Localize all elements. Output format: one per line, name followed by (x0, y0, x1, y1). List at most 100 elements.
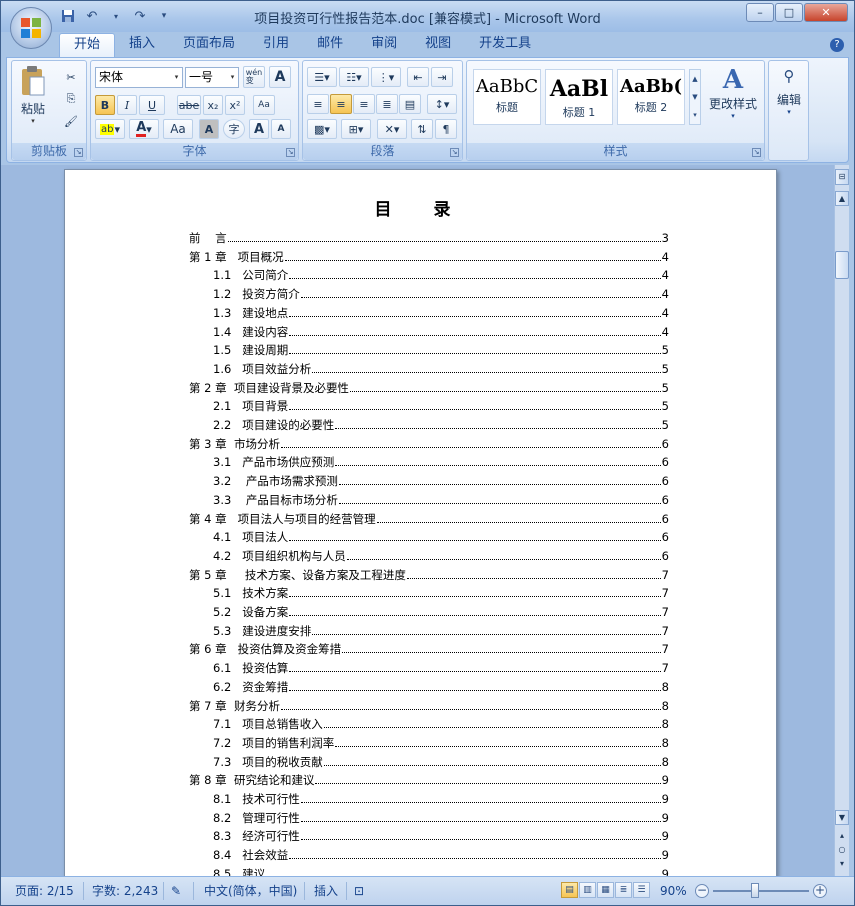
format-painter-icon[interactable]: 🖌 (60, 111, 82, 131)
justify-icon[interactable]: ≣ (376, 94, 398, 114)
change-styles-button[interactable]: A 更改样式 ▾ (705, 65, 761, 131)
chinese-layout-icon[interactable]: ✕▾ (377, 119, 407, 139)
style-heading-2[interactable]: AaBb( 标题 2 (617, 69, 685, 125)
styles-scroll[interactable]: ▲ ▼ ▾ (689, 69, 701, 125)
customize-qat-icon[interactable]: ▾ (155, 7, 173, 25)
cut-icon[interactable]: ✂ (60, 67, 82, 87)
print-layout-view-button[interactable]: ▤ (561, 882, 578, 898)
toc-entry[interactable]: 7.1 项目总销售收入 8 (213, 716, 669, 734)
sort-icon[interactable]: ⇅ (411, 119, 433, 139)
zoom-slider-knob[interactable] (751, 883, 759, 898)
underline-button[interactable]: U (139, 95, 165, 115)
toc-entry[interactable]: 第 7 章 财务分析 8 (189, 698, 669, 716)
distribute-icon[interactable]: ▤ (399, 94, 421, 114)
char-border-icon[interactable]: A (269, 66, 291, 88)
close-button[interactable]: ✕ (804, 3, 848, 22)
insert-mode[interactable]: 插入 (314, 881, 338, 901)
toc-entry[interactable]: 6.2 资金筹措 8 (213, 679, 669, 697)
tab-mailings[interactable]: 邮件 (303, 33, 357, 57)
align-left-icon[interactable]: ≡ (307, 94, 329, 114)
toc-entry[interactable]: 1.5 建设周期 5 (213, 342, 669, 360)
maximize-button[interactable]: □ (775, 3, 803, 22)
toc-entry[interactable]: 6.1 投资估算 7 (213, 660, 669, 678)
grow-font-button[interactable]: A (249, 119, 269, 139)
page-count[interactable]: 页面: 2/15 (15, 881, 74, 901)
toc-entry[interactable]: 4.1 项目法人 6 (213, 529, 669, 547)
toc-entry[interactable]: 第 1 章 项目概况 4 (189, 249, 669, 267)
vertical-scrollbar[interactable]: ⊟ ▲ ▼ ▴ ○ ▾ (834, 165, 849, 876)
bold-button[interactable]: B (95, 95, 115, 115)
paste-button[interactable]: 粘贴 ▾ (18, 65, 48, 127)
toc-entry[interactable]: 第 5 章 技术方案、设备方案及工程进度 7 (189, 567, 669, 585)
redo-icon[interactable]: ↷ (131, 7, 149, 25)
align-right-icon[interactable]: ≡ (353, 94, 375, 114)
tab-developer[interactable]: 开发工具 (465, 33, 545, 57)
next-page-button[interactable]: ▾ (835, 857, 849, 872)
document-area[interactable]: 目 录 前 言3第 1 章 项目概况 4 1.1 公司简介 4 1.2 投资方简介 4 1.… (1, 165, 834, 876)
toc-entry[interactable]: 8.3 经济可行性 9 (213, 828, 669, 846)
subscript-button[interactable]: x₂ (203, 95, 223, 115)
enclose-chars-button[interactable]: 字 (223, 119, 245, 139)
web-layout-button[interactable]: ▦ (597, 882, 614, 898)
toc-entry[interactable]: 第 3 章 市场分析 6 (189, 436, 669, 454)
toc-entry[interactable]: 第 2 章 项目建设背景及必要性 5 (189, 380, 669, 398)
font-color-button[interactable]: A ▾ (129, 119, 159, 139)
help-icon[interactable]: ? (830, 38, 844, 52)
change-case-button[interactable]: Aa (163, 119, 193, 139)
strikethrough-button[interactable]: abe (177, 95, 201, 115)
toc-entry[interactable]: 1.3 建设地点 4 (213, 305, 669, 323)
shrink-font-button[interactable]: A (271, 119, 291, 139)
highlight-button[interactable]: ab ▾ (95, 119, 125, 139)
style-title[interactable]: AaBbC 标题 (473, 69, 541, 125)
zoom-slider[interactable] (713, 890, 809, 892)
toc-entry[interactable]: 8.2 管理可行性 9 (213, 810, 669, 828)
toc-entry[interactable]: 3.1 产品市场供应预测 6 (213, 454, 669, 472)
tab-insert[interactable]: 插入 (115, 33, 169, 57)
toc-entry[interactable]: 7.2 项目的销售利润率 8 (213, 735, 669, 753)
prev-page-button[interactable]: ▴ (835, 829, 849, 844)
toc-entry[interactable]: 5.2 设备方案 7 (213, 604, 669, 622)
scroll-up-button[interactable]: ▲ (835, 191, 849, 206)
toc-entry[interactable]: 5.1 技术方案 7 (213, 585, 669, 603)
shading-icon[interactable]: ▩▾ (307, 119, 337, 139)
outline-view-button[interactable]: ≣ (615, 882, 632, 898)
toc-entry[interactable]: 第 8 章 研究结论和建议 9 (189, 772, 669, 790)
clear-format-icon[interactable]: Aa (253, 95, 275, 115)
toc-entry[interactable]: 2.1 项目背景 5 (213, 398, 669, 416)
save-icon[interactable] (59, 7, 77, 25)
toc-entry[interactable]: 第 6 章 投资估算及资金筹措 7 (189, 641, 669, 659)
show-marks-icon[interactable]: ¶ (435, 119, 457, 139)
toc-entry[interactable]: 1.2 投资方简介 4 (213, 286, 669, 304)
word-count[interactable]: 字数: 2,243 (92, 881, 158, 901)
scroll-down-button[interactable]: ▼ (835, 810, 849, 825)
draft-view-button[interactable]: ☰ (633, 882, 650, 898)
zoom-in-button[interactable]: + (813, 884, 827, 898)
font-size-select[interactable]: 一号 ▾ (185, 67, 239, 88)
dropdown-arrow-icon[interactable]: ▾ (107, 7, 125, 25)
ruler-toggle-icon[interactable]: ⊟ (835, 169, 849, 185)
borders-icon[interactable]: ⊞▾ (341, 119, 371, 139)
styles-launcher-icon[interactable]: ↘ (752, 148, 761, 157)
browse-object-button[interactable]: ○ (835, 843, 849, 858)
font-launcher-icon[interactable]: ↘ (286, 148, 295, 157)
font-name-select[interactable]: 宋体 ▾ (95, 67, 183, 88)
zoom-out-button[interactable]: − (695, 884, 709, 898)
toc-entry[interactable]: 前 言 3 (189, 230, 669, 248)
tab-home[interactable]: 开始 (59, 33, 116, 57)
tab-references[interactable]: 引用 (249, 33, 303, 57)
increase-indent-icon[interactable]: ⇥ (431, 67, 453, 87)
toc-entry[interactable]: 7.3 项目的税收贡献 8 (213, 754, 669, 772)
toc-entry[interactable]: 4.2 项目组织机构与人员 6 (213, 548, 669, 566)
bullets-icon[interactable]: ☰▾ (307, 67, 337, 87)
toc-entry[interactable]: 8.4 社会效益 9 (213, 847, 669, 865)
toc-entry[interactable]: 5.3 建设进度安排 7 (213, 623, 669, 641)
tab-view[interactable]: 视图 (411, 33, 465, 57)
toc-entry[interactable]: 1.4 建设内容 4 (213, 324, 669, 342)
char-shading-button[interactable]: A (199, 119, 219, 139)
undo-icon[interactable]: ↶ (83, 7, 101, 25)
toc-entry[interactable]: 第 4 章 项目法人与项目的经营管理 6 (189, 511, 669, 529)
proofing-icon[interactable]: ✎ (171, 881, 181, 901)
line-spacing-icon[interactable]: ↕▾ (427, 94, 457, 114)
phonetic-guide-icon[interactable]: wén 变 (243, 66, 265, 88)
macro-record-icon[interactable]: ⊡ (354, 881, 364, 901)
